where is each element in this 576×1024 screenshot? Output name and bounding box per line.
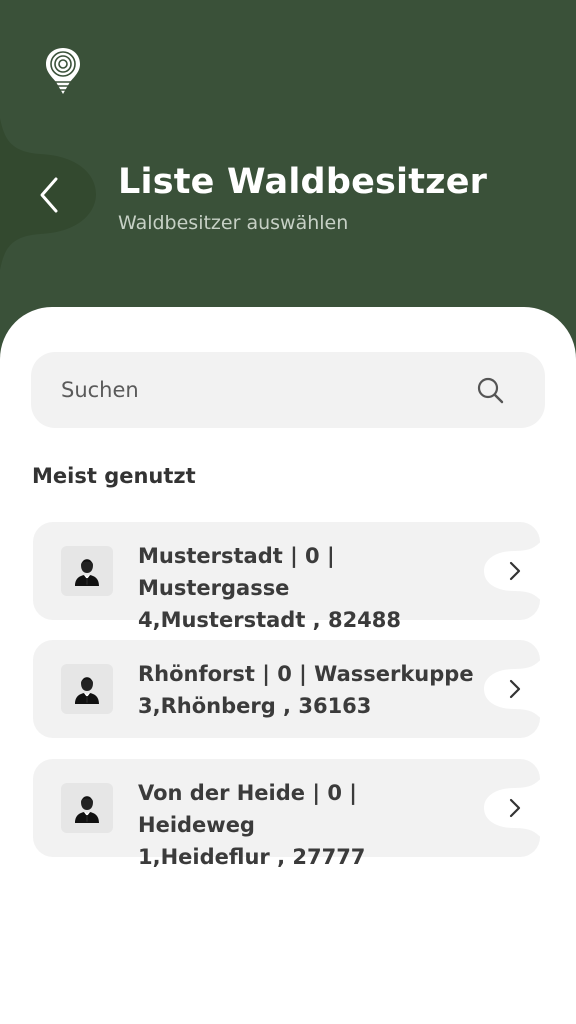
owner-card[interactable]: Rhönforst | 0 | Wasserkuppe 3,Rhönberg ,…	[33, 640, 542, 738]
header: Liste Waldbesitzer Waldbesitzer auswähle…	[0, 0, 576, 360]
person-icon	[75, 559, 99, 586]
avatar	[61, 546, 113, 596]
search-icon[interactable]	[476, 376, 504, 404]
search-input[interactable]	[61, 352, 461, 428]
chevron-right-icon[interactable]	[508, 797, 522, 819]
back-button[interactable]	[36, 176, 62, 214]
owner-details: Rhönforst | 0 | Wasserkuppe 3,Rhönberg ,…	[138, 658, 478, 722]
search-bar[interactable]	[31, 352, 545, 428]
owner-card[interactable]: Von der Heide | 0 | Heideweg 1,Heideflur…	[33, 759, 542, 869]
section-title: Meist genutzt	[32, 464, 196, 488]
owner-details: Von der Heide | 0 | Heideweg 1,Heideflur…	[138, 777, 478, 873]
owner-line-2: 4,Musterstadt , 82488	[138, 608, 402, 632]
owner-line-2: 1,Heideflur , 27777	[138, 845, 366, 869]
owner-card[interactable]: Musterstadt | 0 | Mustergasse 4,Musterst…	[33, 522, 542, 632]
logo-icon	[46, 48, 80, 94]
owner-line-1: Musterstadt | 0 | Mustergasse	[138, 544, 335, 600]
owner-line-2: 3,Rhönberg , 36163	[138, 694, 372, 718]
owner-line-1: Rhönforst | 0 | Wasserkuppe	[138, 662, 474, 686]
avatar	[61, 664, 113, 714]
chevron-right-icon[interactable]	[508, 678, 522, 700]
owner-details: Musterstadt | 0 | Mustergasse 4,Musterst…	[138, 540, 478, 636]
person-icon	[75, 796, 99, 823]
chevron-right-icon[interactable]	[508, 560, 522, 582]
owner-line-1: Von der Heide | 0 | Heideweg	[138, 781, 357, 837]
avatar	[61, 783, 113, 833]
page-title: Liste Waldbesitzer	[118, 162, 488, 202]
person-icon	[75, 677, 99, 704]
page-subtitle: Waldbesitzer auswählen	[118, 212, 349, 234]
